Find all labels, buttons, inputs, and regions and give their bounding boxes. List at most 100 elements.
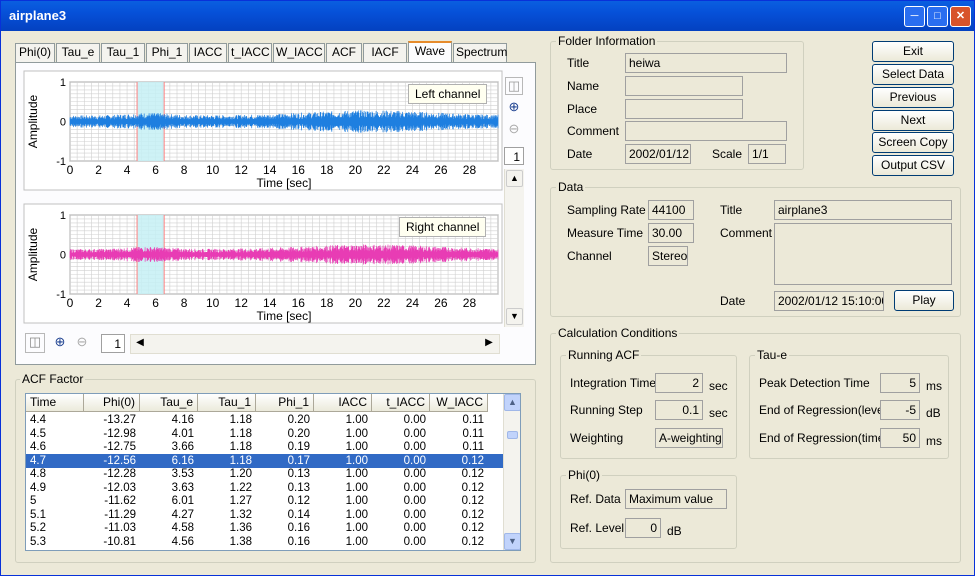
scale-field[interactable]: 1/1 [748,144,786,164]
scroll-left-arrow-icon[interactable]: ◀ [133,337,147,351]
column-header[interactable]: W_IACC [430,394,488,412]
table-cell: 4.7 [30,454,46,467]
table-cell: 0.12 [287,495,310,507]
tab-tau-e[interactable]: Tau_e [56,43,100,62]
ref-data-field[interactable]: Maximum value [625,489,727,509]
folder-comment-field[interactable] [625,121,787,141]
vertical-zoom-counter[interactable]: 1 [504,147,524,165]
table-row[interactable]: 5.2 -11.03 4.58 1.36 0.16 1.00 0.00 0.12 [26,521,504,535]
table-cell: 3.63 [171,481,194,494]
folder-name-label: Name [567,79,600,93]
data-comment-label: Comment [720,226,773,240]
folder-title-field[interactable]: heiwa [625,53,787,73]
horizontal-zoom-counter[interactable]: 1 [101,334,125,353]
folder-title-label: Title [567,56,590,70]
eor-time-field[interactable]: 50 [880,428,920,448]
phi0-title: Phi(0) [566,468,603,482]
folder-place-field[interactable] [625,99,743,119]
column-header[interactable]: Phi_1 [256,394,314,412]
column-header[interactable]: Time [26,394,84,412]
tab-acf[interactable]: ACF [326,43,362,62]
waveform-charts[interactable]: 10-10 2 4 6 8 10 12 14 16 18 20 22 24 26 28Time [sec]A… [16,63,535,364]
exit-button[interactable]: Exit [872,41,954,62]
column-header[interactable]: t_IACC [372,394,430,412]
table-row[interactable]: 4.8 -12.28 3.53 1.20 0.13 1.00 0.00 0.12 [26,467,504,481]
folder-name-field[interactable] [625,76,743,96]
weighting-field[interactable]: A-weighting [655,428,723,448]
data-date-field[interactable]: 2002/01/12 15:10:00 [774,291,884,311]
table-cell: 1.00 [345,481,368,494]
vertical-scrollbar[interactable]: ▲ ▼ [504,169,524,327]
fit-horizontal-icon[interactable]: ◫ [25,333,45,353]
close-button[interactable]: ✕ [950,6,971,27]
table-scroll-up-icon[interactable]: ▲ [504,394,520,411]
scroll-up-arrow-icon[interactable]: ▲ [506,170,523,187]
eor-time-unit: ms [926,434,942,448]
horizontal-scrollbar[interactable]: ◀ ▶ [130,334,500,354]
play-button[interactable]: Play [894,290,954,311]
column-header[interactable]: Tau_1 [198,394,256,412]
peak-detection-field[interactable]: 5 [880,373,920,393]
table-cell: 5.2 [30,522,46,534]
data-comment-field[interactable] [774,223,952,285]
sampling-rate-field[interactable]: 44100 [648,200,694,220]
table-cell: 1.18 [229,414,252,426]
column-header[interactable]: Tau_e [140,394,198,412]
select-data-button[interactable]: Select Data [872,64,954,85]
running-step-field[interactable]: 0.1 [655,400,703,420]
minimize-button[interactable]: ─ [904,6,925,27]
tab-wave[interactable]: Wave [408,41,452,63]
table-row[interactable]: 5.1 -11.29 4.27 1.32 0.14 1.00 0.00 0.12 [26,508,504,522]
eor-level-field[interactable]: -5 [880,400,920,420]
tab-phi-1[interactable]: Phi_1 [146,43,188,62]
horizontal-zoom-out-icon[interactable]: ⊖ [73,334,91,352]
output-csv-button[interactable]: Output CSV [872,155,954,176]
table-cell: 0.20 [287,414,310,426]
fit-vertical-icon[interactable]: ◫ [505,77,523,95]
right-channel-legend: Right channel [399,217,487,237]
table-row[interactable]: 4.5 -12.98 4.01 1.18 0.20 1.00 0.00 0.11 [26,427,504,441]
horizontal-zoom-in-icon[interactable]: ⊕ [51,334,69,352]
ref-level-field[interactable]: 0 [625,518,661,538]
screen-copy-button[interactable]: Screen Copy [872,132,954,153]
acf-factor-table[interactable]: Time Phi(0) Tau_e Tau_1 Phi_1 IACC t_IACC W_IAC… [25,393,521,551]
scroll-down-arrow-icon[interactable]: ▼ [506,308,523,325]
table-cell: 4.16 [171,414,194,426]
tab-tau-1[interactable]: Tau_1 [101,43,145,62]
previous-button[interactable]: Previous [872,87,954,108]
column-header[interactable]: Phi(0) [84,394,140,412]
tab-w-iacc[interactable]: W_IACC [273,43,325,62]
tab-phi0[interactable]: Phi(0) [15,43,55,62]
scroll-right-arrow-icon[interactable]: ▶ [482,337,496,351]
tab-iacf[interactable]: IACF [363,43,407,62]
tab-spectrum[interactable]: Spectrum [453,43,507,62]
table-row[interactable]: 5.3 -10.81 4.56 1.38 0.16 1.00 0.00 0.12 [26,535,504,549]
folder-date-field[interactable]: 2002/01/12 [625,144,691,164]
table-cell: 0.00 [403,508,426,521]
right-x-tick-label: 12 [235,296,249,310]
zoom-in-icon[interactable]: ⊕ [505,99,523,117]
table-row[interactable]: 4.6 -12.75 3.66 1.18 0.19 1.00 0.00 0.11 [26,440,504,454]
ref-data-label: Ref. Data [570,492,621,506]
tab-iacc[interactable]: IACC [189,43,227,62]
column-header[interactable]: IACC [314,394,372,412]
left-x-tick-label: 28 [463,163,477,177]
table-scrollbar[interactable]: ▲ ▼ [503,394,520,550]
table-row[interactable]: 4.9 -12.03 3.63 1.22 0.13 1.00 0.00 0.12 [26,481,504,495]
table-cell: 1.00 [345,454,368,467]
table-row[interactable]: 4.4 -13.27 4.16 1.18 0.20 1.00 0.00 0.11 [26,413,504,427]
integration-time-field[interactable]: 2 [655,373,703,393]
tab-t-iacc[interactable]: t_IACC [228,43,272,62]
zoom-out-icon[interactable]: ⊖ [505,121,523,139]
title-bar[interactable]: airplane3 ─ □ ✕ [1,1,974,31]
channel-field[interactable]: Stereo [648,246,688,266]
table-scroll-thumb[interactable] [507,431,518,439]
next-button[interactable]: Next [872,110,954,131]
table-row[interactable]: 4.7 -12.56 6.16 1.18 0.17 1.00 0.00 0.12 [26,453,504,468]
left-x-tick-label: 4 [124,163,131,177]
measure-time-field[interactable]: 30.00 [648,223,694,243]
table-scroll-down-icon[interactable]: ▼ [504,533,520,550]
table-row[interactable]: 5 -11.62 6.01 1.27 0.12 1.00 0.00 0.12 [26,494,504,508]
data-title-field[interactable]: airplane3 [774,200,952,220]
maximize-button[interactable]: □ [927,6,948,27]
